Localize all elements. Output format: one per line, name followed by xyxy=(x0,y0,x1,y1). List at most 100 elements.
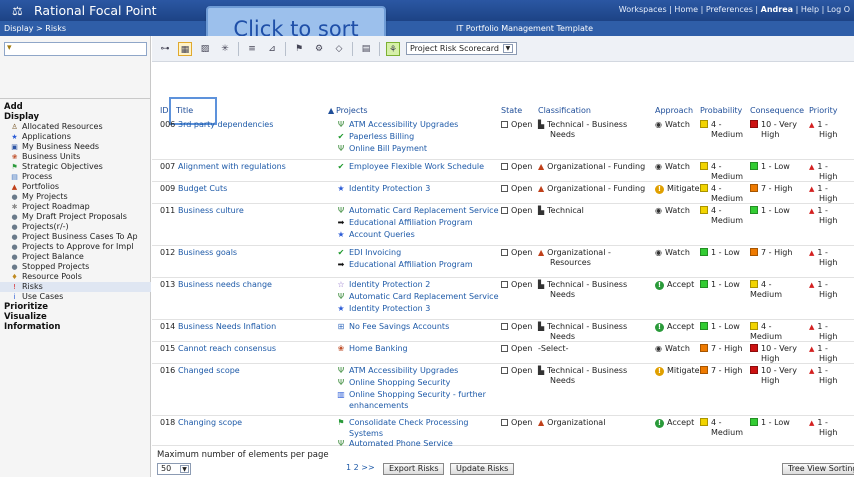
project-name[interactable]: Identity Protection 3 xyxy=(349,304,430,314)
diamond-icon[interactable]: ◇ xyxy=(332,42,346,56)
project-link[interactable]: ▥ Online Shopping Security - further xyxy=(336,389,486,401)
sidebar-item-project-roadmap[interactable]: ✱ Project Roadmap xyxy=(0,202,151,212)
state-checkbox[interactable] xyxy=(501,281,508,288)
sidebar-item-my-projects[interactable]: ● My Projects xyxy=(0,192,151,202)
project-link[interactable]: Ψ Online Bill Payment xyxy=(336,143,458,155)
sidebar-group-visualize[interactable]: Visualize xyxy=(0,312,151,322)
risk-title-link[interactable]: Budget Cuts xyxy=(178,184,227,194)
project-name[interactable]: Consolidate Check Processing xyxy=(349,418,469,428)
edit-grid-icon[interactable]: ▨ xyxy=(198,42,212,56)
project-link[interactable]: ❀ Home Banking xyxy=(336,343,408,355)
risk-title-link[interactable]: Business needs change xyxy=(178,280,272,290)
state-checkbox[interactable] xyxy=(501,121,508,128)
risk-title-link[interactable]: Business culture xyxy=(178,206,244,216)
chart-icon[interactable]: ⊿ xyxy=(265,42,279,56)
sidebar-item-project-business-cases-to-ap[interactable]: ● Project Business Cases To Ap xyxy=(0,232,151,242)
export-risks-button[interactable]: Export Risks xyxy=(383,463,445,475)
column-header-state[interactable]: State xyxy=(501,106,522,115)
risk-title-link[interactable]: Business Needs Inflation xyxy=(178,322,276,332)
column-header-title[interactable]: Title xyxy=(176,106,193,115)
filter-icon[interactable]: ▾ xyxy=(7,43,12,53)
state-checkbox[interactable] xyxy=(501,185,508,192)
risk-title-link[interactable]: Alignment with regulations xyxy=(178,162,286,172)
sidebar-item-applications[interactable]: ★ Applications xyxy=(0,132,151,142)
top-nav-links[interactable]: Workspaces | Home | Preferences | xyxy=(619,5,761,14)
scorecard-icon[interactable]: ⚘ xyxy=(386,41,400,56)
project-name[interactable]: Automatic Card Replacement Service xyxy=(349,292,499,302)
project-name[interactable]: Identity Protection 3 xyxy=(349,184,430,194)
sidebar-item-allocated-resources[interactable]: ♙ Allocated Resources xyxy=(0,122,151,132)
sidebar-group-prioritize[interactable]: Prioritize xyxy=(0,302,151,312)
project-name[interactable]: Home Banking xyxy=(349,344,408,354)
sidebar-item-risks[interactable]: ! Risks xyxy=(0,282,151,292)
project-name[interactable]: Online Bill Payment xyxy=(349,144,427,154)
columns-icon[interactable]: ⚑ xyxy=(292,42,306,56)
state-checkbox[interactable] xyxy=(501,323,508,330)
state-checkbox[interactable] xyxy=(501,163,508,170)
risk-title-link[interactable]: Changing scope xyxy=(178,418,242,428)
state-checkbox[interactable] xyxy=(501,207,508,214)
project-link[interactable]: Ψ Automatic Card Replacement Service xyxy=(336,205,499,217)
column-header-consequence[interactable]: Consequence xyxy=(750,106,804,115)
sidebar-item-projects-r[interactable]: ● Projects(r/-) xyxy=(0,222,151,232)
per-page-select[interactable]: 50 ▼ xyxy=(157,463,191,475)
network-icon[interactable]: ✳ xyxy=(218,42,232,56)
project-name[interactable]: EDI Invoicing xyxy=(349,248,401,258)
sidebar-item-my-draft-project-proposals[interactable]: ● My Draft Project Proposals xyxy=(0,212,151,222)
risk-title-link[interactable]: Cannot reach consensus xyxy=(178,344,276,354)
column-header-approach[interactable]: Approach xyxy=(655,106,693,115)
sidebar-item-portfolios[interactable]: ▲ Portfolios xyxy=(0,182,151,192)
sidebar-item-project-balance[interactable]: ● Project Balance xyxy=(0,252,151,262)
sidebar-item-my-business-needs[interactable]: ▣ My Business Needs xyxy=(0,142,151,152)
pagination[interactable]: 1 2 >> xyxy=(346,463,375,472)
project-name[interactable]: Identity Protection 2 xyxy=(349,280,430,290)
sidebar-item-stopped-projects[interactable]: ● Stopped Projects xyxy=(0,262,151,272)
top-navigation[interactable]: Workspaces | Home | Preferences | Andrea… xyxy=(619,5,850,14)
state-checkbox[interactable] xyxy=(501,419,508,426)
project-link[interactable]: ☆ Identity Protection 2 xyxy=(336,279,499,291)
project-link[interactable]: Ψ Online Shopping Security xyxy=(336,377,486,389)
chevron-down-icon[interactable]: ▼ xyxy=(180,465,189,473)
project-link[interactable]: Ψ ATM Accessibility Upgrades xyxy=(336,119,458,131)
project-name[interactable]: Online Shopping Security xyxy=(349,378,450,388)
update-risks-button[interactable]: Update Risks xyxy=(450,463,515,475)
sidebar-item-resource-pools[interactable]: ♦ Resource Pools xyxy=(0,272,151,282)
sidebar-group-information[interactable]: Information xyxy=(0,322,151,332)
sidebar-item-process[interactable]: ▤ Process xyxy=(0,172,151,182)
project-link[interactable]: ✔ EDI Invoicing xyxy=(336,247,473,259)
project-name[interactable]: ATM Accessibility Upgrades xyxy=(349,120,458,130)
project-name[interactable]: Employee Flexible Work Schedule xyxy=(349,162,484,172)
risk-title-link[interactable]: Business goals xyxy=(178,248,237,258)
project-link[interactable]: Ψ Automatic Card Replacement Service xyxy=(336,291,499,303)
document-icon[interactable]: ▤ xyxy=(359,42,373,56)
project-name[interactable]: Account Queries xyxy=(349,230,415,240)
tree-view-icon[interactable]: ⊶ xyxy=(158,42,172,56)
project-link[interactable]: Ψ ATM Accessibility Upgrades xyxy=(336,365,486,377)
align-icon[interactable]: ≡ xyxy=(245,42,259,56)
project-name[interactable]: Online Shopping Security - further xyxy=(349,390,486,400)
view-select[interactable]: Project Risk Scorecard ▼ xyxy=(406,42,517,55)
project-link[interactable]: ★ Identity Protection 3 xyxy=(336,183,430,195)
project-link[interactable]: ➡ Educational Affiliation Program xyxy=(336,217,499,229)
sidebar-group-add[interactable]: Add xyxy=(0,102,151,112)
project-name[interactable]: Educational Affiliation Program xyxy=(349,218,473,228)
tree-view-sorting-button[interactable]: Tree View Sorting xyxy=(782,463,854,475)
project-link[interactable]: ★ Identity Protection 3 xyxy=(336,303,499,315)
project-name-cont[interactable]: Systems xyxy=(349,429,383,439)
column-header-projects[interactable]: Projects xyxy=(336,106,368,115)
project-name[interactable]: Educational Affiliation Program xyxy=(349,260,473,270)
chevron-down-icon[interactable]: ▼ xyxy=(502,44,513,53)
sidebar-item-strategic-objectives[interactable]: ⚑ Strategic Objectives xyxy=(0,162,151,172)
sidebar-item-business-units[interactable]: ❀ Business Units xyxy=(0,152,151,162)
project-name[interactable]: No Fee Savings Accounts xyxy=(349,322,449,332)
column-header-id[interactable]: ID xyxy=(160,106,169,115)
column-header-classification[interactable]: Classification xyxy=(538,106,591,115)
user-name[interactable]: Andrea xyxy=(761,5,793,14)
table-view-icon[interactable]: ▦ xyxy=(178,41,192,56)
sidebar-filter-input[interactable]: ▾ xyxy=(4,42,147,56)
state-checkbox[interactable] xyxy=(501,249,508,256)
project-name[interactable]: ATM Accessibility Upgrades xyxy=(349,366,458,376)
filter-view-icon[interactable]: ⚙ xyxy=(312,42,326,56)
risk-title-link[interactable]: 3rd party dependencies xyxy=(178,120,273,130)
project-link[interactable]: ➡ Educational Affiliation Program xyxy=(336,259,473,271)
